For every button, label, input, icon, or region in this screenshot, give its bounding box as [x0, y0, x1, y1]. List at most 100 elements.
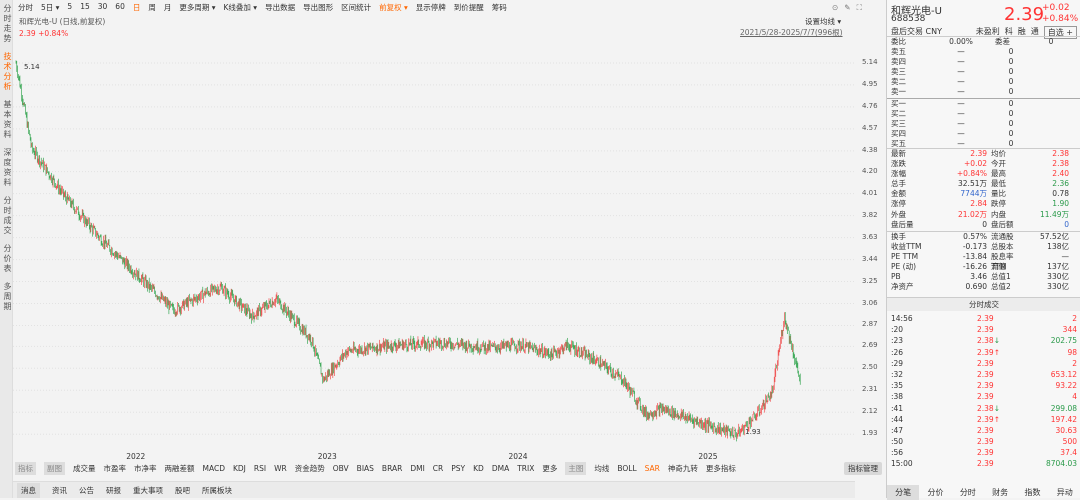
tick-time: :35 — [891, 381, 904, 391]
tick-volume: 37.4 — [1060, 448, 1077, 458]
cell: 卖一 — [891, 87, 906, 97]
candlestick-chart[interactable]: 5.14 1.93 — [13, 38, 855, 448]
data-row: 卖一 — 0 — [887, 87, 1080, 97]
toolbar-item[interactable]: 到价提醒 — [454, 2, 484, 13]
price-tick: 1.93 — [862, 429, 878, 438]
indicator-item[interactable]: TRIX — [517, 464, 534, 473]
tick-volume: 30.63 — [1055, 425, 1077, 435]
indicator-tag[interactable]: 指标 — [15, 462, 36, 475]
news-tab[interactable]: 消息 — [17, 482, 40, 498]
tick-time: 15:00 — [891, 459, 913, 469]
left-sidebar: 分时走势 技术分析 基本资料 深度资料 分时成交 分价表 多周期 — [0, 0, 13, 498]
toolbar-item[interactable]: 分时 — [18, 2, 33, 13]
indicator-item[interactable]: BIAS — [357, 464, 374, 473]
news-tab[interactable]: 所属板块 — [202, 485, 232, 496]
toolbar-item[interactable]: 导出数据 — [265, 2, 295, 13]
toolbar-item[interactable]: K线叠加 ▾ — [224, 2, 258, 13]
cell: — — [957, 67, 965, 77]
fullscreen-icon[interactable]: ⛶ — [857, 3, 862, 13]
chart-toolbar: 分时 5日 ▾ 5 15 30 60 日周月更多周期 ▾ K线叠加 ▾ 导出数据 导出图形 区间统计… — [18, 2, 507, 13]
toolbar-item[interactable]: 周 — [148, 2, 156, 13]
data-row: 卖二 — 0 — [887, 77, 1080, 87]
indicator-item[interactable]: 资金趋势 — [295, 463, 325, 474]
price-tick: 4.20 — [862, 166, 878, 175]
news-tab[interactable]: 重大事项 — [133, 485, 163, 496]
main-indicator-item[interactable]: 神奇九转 — [668, 463, 698, 474]
news-tab[interactable]: 股吧 — [175, 485, 190, 496]
data-row: 换手 0.57% 流通股 57.52亿 — [887, 232, 1080, 242]
cell: 32.51万 — [958, 179, 987, 189]
indicator-item[interactable]: 两融差额 — [165, 463, 195, 474]
indicator-item[interactable]: PSY — [451, 464, 465, 473]
cell: 总值2 — [991, 282, 1011, 292]
indicator-item[interactable]: KDJ — [233, 464, 246, 473]
collapse-icon[interactable]: ⊙ — [832, 3, 838, 13]
pen-icon[interactable]: ✎ — [844, 3, 850, 13]
cell: 卖二 — [891, 77, 906, 87]
toolbar-item[interactable]: 30 — [98, 2, 108, 13]
cell: 收益TTM — [891, 242, 922, 252]
stock-pct: +0.84% — [1042, 14, 1079, 24]
year-label: 2023 — [317, 452, 337, 461]
toolbar-item[interactable]: 15 — [80, 2, 90, 13]
tick-volume: 299.08 — [1050, 403, 1077, 413]
subchart-tag[interactable]: 副图 — [44, 462, 65, 475]
indicator-manage-button[interactable]: 指标管理 — [844, 462, 882, 475]
indicator-item[interactable]: DMI — [410, 464, 424, 473]
toolbar-item[interactable]: 显示停牌 — [416, 2, 446, 13]
tick-price: 2.39 — [976, 437, 994, 447]
toolbar-item[interactable]: 区间统计 — [341, 2, 371, 13]
tick-time: :23 — [891, 336, 904, 346]
main-indicator-item[interactable]: SAR — [645, 464, 660, 473]
indicator-item[interactable]: RSI — [254, 464, 266, 473]
toolbar-item[interactable]: 前复权 ▾ — [379, 2, 408, 13]
indicator-item[interactable]: 成交量 — [73, 463, 96, 474]
cell: 0 — [1008, 67, 1014, 77]
set-ma-button[interactable]: 设置均线 ▾ — [805, 16, 841, 27]
indicator-item[interactable]: CR — [433, 464, 443, 473]
indicator-item[interactable]: 市净率 — [134, 463, 157, 474]
tick-arrow — [994, 381, 1004, 392]
cell: 均价 — [991, 149, 1006, 158]
news-tab[interactable]: 研报 — [106, 485, 121, 496]
order-book: 委比 0.00% 委差 0 卖五 —0 卖四 —0 卖三 —0 卖二 —0 卖一 —0 买一 —0 买二 —0 买三… — [887, 36, 1080, 149]
cell: 0 — [1008, 118, 1014, 128]
toolbar-item[interactable]: 日 — [133, 2, 141, 13]
tick-time: 14:56 — [891, 314, 913, 323]
news-tab[interactable]: 资讯 — [52, 485, 67, 496]
tick-price: 2.39 — [976, 425, 994, 435]
toolbar-item[interactable]: 月 — [164, 2, 172, 13]
indicator-item[interactable]: DMA — [492, 464, 509, 473]
tick-row: :26 2.39 ↑ 98 — [887, 348, 1080, 359]
toolbar-item[interactable]: 筹码 — [492, 2, 507, 13]
data-row: 卖五 — 0 — [887, 47, 1080, 57]
tick-volume: 98 — [1067, 347, 1077, 357]
tick-price: 2.39 — [976, 392, 994, 402]
price-tick: 4.38 — [862, 145, 878, 154]
indicator-item[interactable]: MACD — [203, 464, 225, 473]
tick-arrow: ↑ — [993, 414, 1000, 424]
news-tab[interactable]: 公告 — [79, 485, 94, 496]
main-indicator-item[interactable]: 均线 — [594, 463, 609, 474]
main-indicator-item[interactable]: BOLL — [617, 464, 636, 473]
toolbar-item[interactable]: 5日 ▾ — [41, 2, 59, 13]
indicator-item[interactable]: BRAR — [382, 464, 402, 473]
main-chart-tag[interactable]: 主图 — [565, 462, 587, 475]
quote-panel: 和辉光电-U 688538 2.39 +0.02 +0.84% 盘后交易 CNY 未… — [886, 0, 1080, 500]
date-range[interactable]: 2021/5/28-2025/7/7(996根) — [740, 27, 843, 38]
toolbar-item[interactable]: 5 — [67, 2, 72, 13]
indicator-item[interactable]: 市盈率 — [104, 463, 127, 474]
main-indicator-item[interactable]: 更多指标 — [706, 463, 736, 474]
cell: 涨幅 — [891, 169, 906, 179]
toolbar-item[interactable]: 更多周期 ▾ — [179, 2, 215, 13]
indicator-item[interactable]: WR — [274, 464, 287, 473]
data-row: 涨跌 +0.02 今开 2.38 — [887, 159, 1080, 169]
indicator-item[interactable]: 更多 — [542, 463, 557, 474]
indicator-item[interactable]: KD — [473, 464, 484, 473]
data-row: 净资产 0.690 总值2 330亿 — [887, 282, 1080, 292]
toolbar-item[interactable]: 60 — [115, 2, 125, 13]
toolbar-item[interactable]: 导出图形 — [303, 2, 333, 13]
indicator-item[interactable]: OBV — [333, 464, 349, 473]
cell: PB — [891, 272, 901, 282]
indicator-bar: 指标 副图 成交量 市盈率 市净率 两融差额 MACD KDJ RSI WR 资金趋势 OBV BIAS… — [15, 462, 736, 475]
